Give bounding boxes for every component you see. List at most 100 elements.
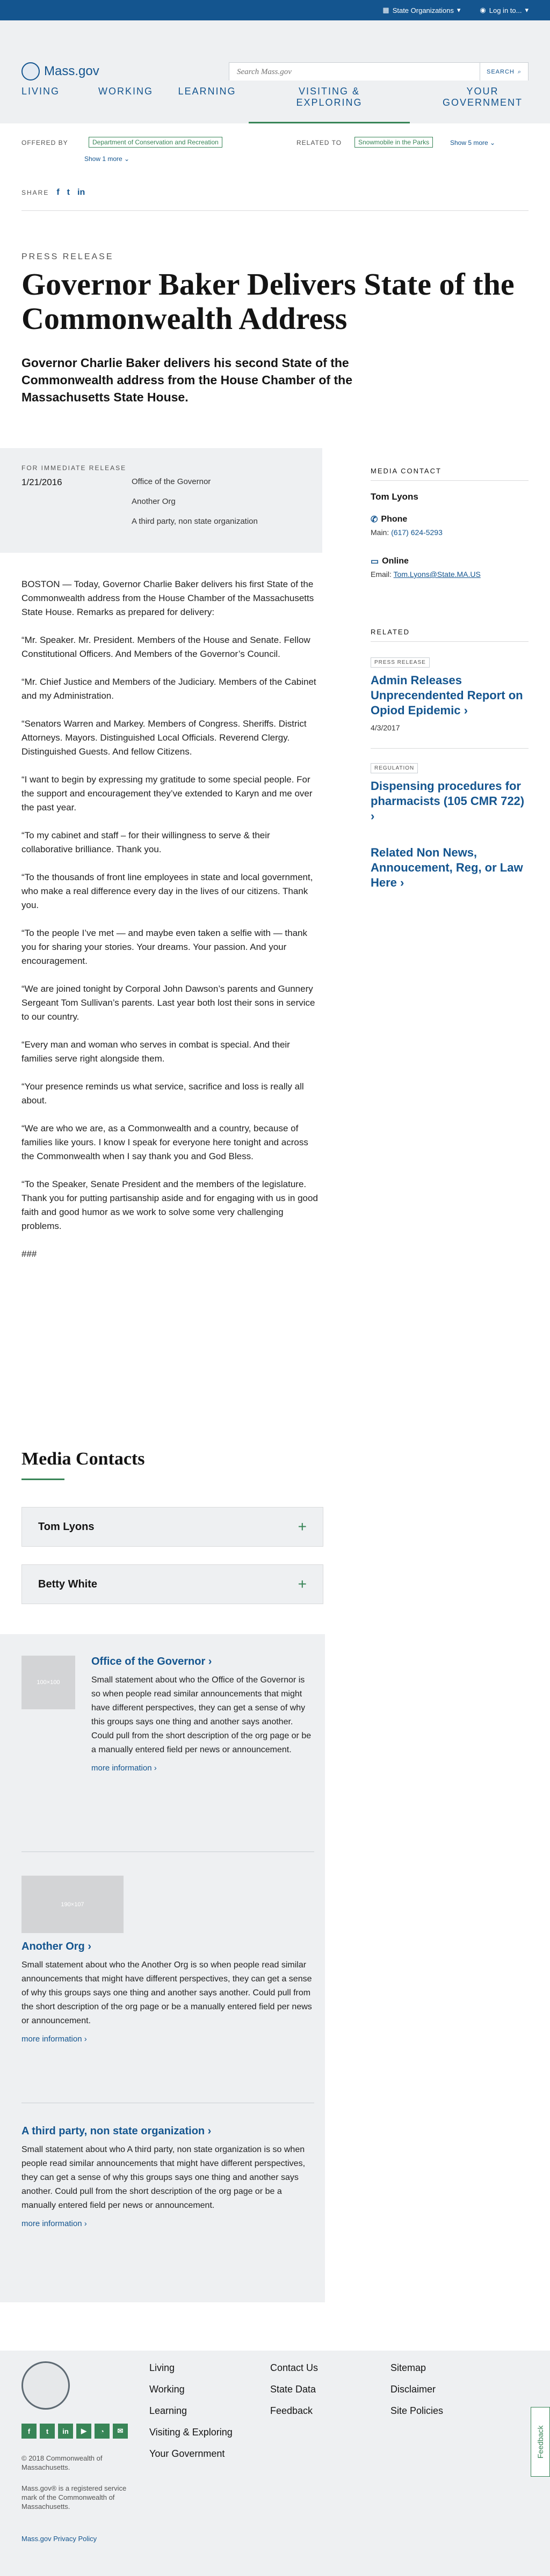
search-button[interactable]: SEARCH ⌕ xyxy=(480,63,528,81)
online-label: ▭ Online xyxy=(371,557,409,566)
mail-icon[interactable]: ✉ xyxy=(113,2424,128,2439)
media-contact-sidebar: MEDIA CONTACT Tom Lyons ✆ Phone Main: (6… xyxy=(371,467,529,579)
search-box: SEARCH ⌕ xyxy=(229,62,529,82)
contact-accordion[interactable]: Betty White + xyxy=(21,1564,323,1604)
laptop-icon: ▭ xyxy=(371,557,379,566)
related-heading: RELATED xyxy=(371,628,529,642)
phone-icon: ✆ xyxy=(371,515,378,524)
body-paragraph: “Senators Warren and Markey. Members of … xyxy=(21,719,307,757)
nav-visiting-exploring[interactable]: VISITING & EXPLORING xyxy=(249,80,410,123)
more-information-link[interactable]: more information › xyxy=(91,1763,314,1773)
body-paragraph: “I want to begin by expressing my gratit… xyxy=(21,774,313,813)
org-description: Small statement about who the Office of … xyxy=(91,1675,312,1754)
release-org: A third party, non state organization xyxy=(132,517,258,526)
footer-col-3: Sitemap Disclaimer Site Policies xyxy=(390,2362,443,2427)
linkedin-icon[interactable]: in xyxy=(77,188,85,197)
phone-label: ✆ Phone xyxy=(371,515,408,524)
linkedin-icon[interactable]: in xyxy=(58,2424,73,2439)
youtube-icon[interactable]: ▶ xyxy=(76,2424,91,2439)
body-paragraph: “Mr. Speaker. Mr. President. Members of … xyxy=(21,635,310,659)
related-tag: PRESS RELEASE xyxy=(371,657,430,668)
body-paragraph: “We are who we are, as a Commonwealth an… xyxy=(21,1123,308,1161)
footer-col-2: Contact Us State Data Feedback xyxy=(270,2362,318,2427)
plus-icon: + xyxy=(298,1518,307,1535)
contact-accordion[interactable]: Tom Lyons + xyxy=(21,1507,323,1547)
nav-living[interactable]: LIVING xyxy=(21,80,86,123)
footer-link[interactable]: Your Government xyxy=(149,2448,233,2470)
footer-link[interactable]: Feedback xyxy=(270,2405,318,2427)
footer-link[interactable]: Disclaimer xyxy=(390,2384,443,2405)
body-paragraph: “To my cabinet and staff – for their wil… xyxy=(21,830,270,854)
privacy-policy-link[interactable]: Mass.gov Privacy Policy xyxy=(21,2534,129,2543)
more-information-link[interactable]: more information › xyxy=(21,2219,314,2228)
release-org: Office of the Governor xyxy=(132,477,211,486)
copyright: © 2018 Commonwealth of Massachusetts. xyxy=(21,2454,103,2471)
facebook-icon[interactable]: f xyxy=(56,188,59,197)
email-link[interactable]: Tom.Lyons@State.MA.US xyxy=(394,570,481,579)
org-title-link[interactable]: Office of the Governor › xyxy=(91,1656,314,1668)
related-link[interactable]: Dispensing procedures for pharmacists (1… xyxy=(371,779,529,824)
offered-by-label: OFFERED BY xyxy=(21,139,68,147)
search-input[interactable] xyxy=(229,63,480,81)
nav-learning[interactable]: LEARNING xyxy=(165,80,249,123)
phone-row: Main: (617) 624-5293 xyxy=(371,528,443,537)
org-title-link[interactable]: Another Org › xyxy=(21,1941,314,1953)
media-contacts-heading: Media Contacts xyxy=(21,1449,145,1469)
footer-col-1: Living Working Learning Visiting & Explo… xyxy=(149,2362,233,2470)
footer-link[interactable]: Living xyxy=(149,2362,233,2384)
seal-icon xyxy=(21,62,40,80)
contact-name: Tom Lyons xyxy=(371,492,418,502)
site-footer: f t in ▶ ◔ ✉ © 2018 Commonwealth of Mass… xyxy=(0,2351,550,2576)
related-link[interactable]: Admin Releases Unprecendented Report on … xyxy=(371,673,529,718)
feedback-tab[interactable]: Feedback xyxy=(531,2407,550,2477)
seal-icon xyxy=(21,2361,70,2410)
offered-by-pill[interactable]: Department of Conservation and Recreatio… xyxy=(89,137,222,148)
body-paragraph: BOSTON — Today, Governor Charlie Baker d… xyxy=(21,579,314,617)
related-date: 4/3/2017 xyxy=(371,723,400,732)
footer-link[interactable]: Visiting & Exploring xyxy=(149,2427,233,2448)
related-sidebar: RELATED PRESS RELEASE Admin Releases Unp… xyxy=(371,628,529,890)
email-row: Email: Tom.Lyons@State.MA.US xyxy=(371,570,481,579)
footer-social: f t in ▶ ◔ ✉ xyxy=(21,2424,128,2439)
utility-bar: ▦ State Organizations ▾ ◉ Log in to... ▾ xyxy=(0,0,550,20)
twitter-icon[interactable]: t xyxy=(67,188,70,197)
media-contact-heading: MEDIA CONTACT xyxy=(371,467,529,481)
body-paragraph: “Mr. Chief Justice and Members of the Ju… xyxy=(21,677,316,701)
org-title-link[interactable]: A third party, non state organization › xyxy=(21,2125,314,2138)
related-show-more[interactable]: Show 5 more ⌄ xyxy=(450,139,495,147)
release-info-box: FOR IMMEDIATE RELEASE 1/21/2016 Office o… xyxy=(0,448,322,553)
facebook-icon[interactable]: f xyxy=(21,2424,37,2439)
heading-underline xyxy=(21,1479,64,1480)
divider xyxy=(21,1851,314,1852)
footer-link[interactable]: State Data xyxy=(270,2384,318,2405)
phone-link[interactable]: (617) 624-5293 xyxy=(391,528,443,537)
org-card: 190×107 Another Org › Small statement ab… xyxy=(21,1876,314,2044)
offered-show-more[interactable]: Show 1 more ⌄ xyxy=(84,155,129,163)
org-image-placeholder: 190×107 xyxy=(21,1876,124,1933)
login-link[interactable]: ◉ Log in to... ▾ xyxy=(480,6,529,14)
trademark: Mass.gov® is a registered service mark o… xyxy=(21,2484,127,2511)
related-to-pill[interactable]: Snowmobile in the Parks xyxy=(354,137,433,148)
twitter-icon[interactable]: t xyxy=(40,2424,55,2439)
divider xyxy=(21,210,529,211)
body-paragraph: “Your presence reminds us what service, … xyxy=(21,1081,304,1106)
related-more-link[interactable]: Related Non News, Annoucement, Reg, or L… xyxy=(371,845,529,890)
page-kicker: PRESS RELEASE xyxy=(21,252,114,261)
rss-icon[interactable]: ◔ xyxy=(95,2424,110,2439)
release-date: 1/21/2016 xyxy=(21,477,62,487)
state-organizations-link[interactable]: ▦ State Organizations ▾ xyxy=(382,6,460,14)
footer-link[interactable]: Contact Us xyxy=(270,2362,318,2384)
org-description: Small statement about who the Another Or… xyxy=(21,1960,312,2025)
site-logo[interactable]: Mass.gov xyxy=(21,62,99,80)
nav-your-government[interactable]: YOUR GOVERNMENT xyxy=(410,80,529,123)
footer-link[interactable]: Learning xyxy=(149,2405,233,2427)
footer-link[interactable]: Sitemap xyxy=(390,2362,443,2384)
release-label: FOR IMMEDIATE RELEASE xyxy=(21,464,127,472)
more-information-link[interactable]: more information › xyxy=(21,2035,314,2044)
footer-link[interactable]: Working xyxy=(149,2384,233,2405)
end-mark: ### xyxy=(21,1249,37,1259)
footer-link[interactable]: Site Policies xyxy=(390,2405,443,2427)
nav-working[interactable]: WORKING xyxy=(86,80,165,123)
body-paragraph: “To the thousands of front line employee… xyxy=(21,872,313,910)
page-title: Governor Baker Delivers State of the Com… xyxy=(21,267,515,336)
